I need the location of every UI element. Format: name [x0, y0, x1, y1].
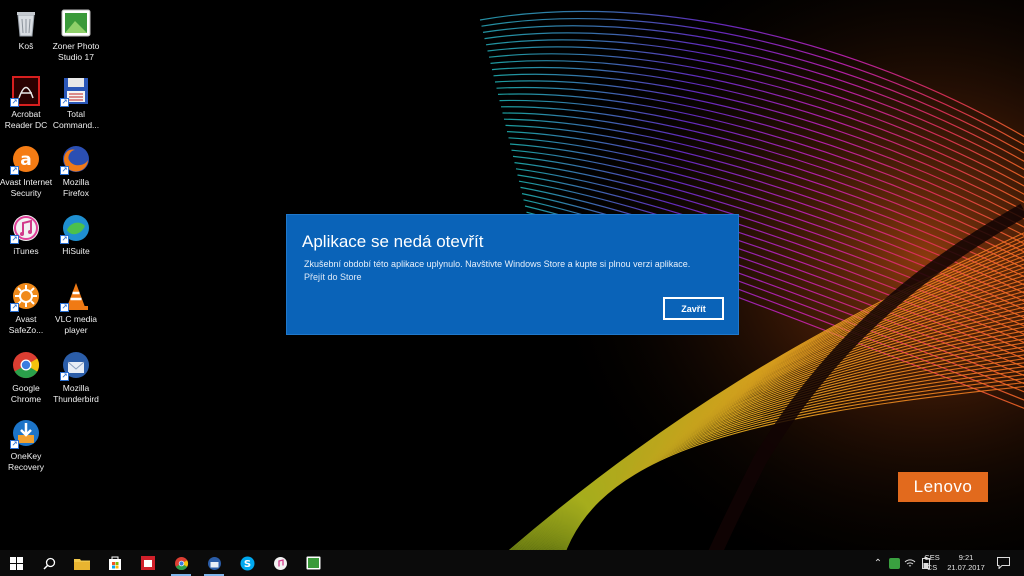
desktop-icon-label: iTunes [13, 246, 39, 256]
zoner-photo-studio-icon [61, 8, 91, 38]
acrobat-reader-icon: ↗ [10, 76, 41, 107]
desktop-icon-vlc-media-player[interactable]: ↗ VLC media player [50, 277, 102, 341]
store-icon [109, 556, 121, 570]
close-button[interactable]: Zavřít [663, 297, 724, 320]
clock-date: 21.07.2017 [947, 563, 985, 572]
desktop-icon-mozilla-thunderbird[interactable]: ↗ Mozilla Thunderbird [50, 346, 102, 410]
desktop-icon-label: Koš [18, 41, 34, 51]
svg-text:a: a [20, 150, 31, 170]
desktop-icon-acrobat-reader[interactable]: ↗ Acrobat Reader DC [0, 72, 52, 136]
desktop-icon-mozilla-firefox[interactable]: ↗ Mozilla Firefox [50, 140, 102, 204]
firefox-icon: ↗ [60, 144, 91, 175]
onekey-recovery-icon: ↗ [10, 418, 41, 449]
shortcut-arrow-icon: ↗ [10, 235, 19, 244]
avast-icon: a ↗ [10, 144, 41, 175]
dialog-title: Aplikace se nedá otevřít [302, 232, 484, 251]
desktop-icon-zoner-photo-studio[interactable]: Zoner Photo Studio 17 [50, 4, 102, 68]
windows-logo-icon [9, 556, 23, 570]
go-to-store-link[interactable]: Přejít do Store [304, 272, 362, 282]
shortcut-arrow-icon: ↗ [10, 166, 19, 175]
desktop-icon-label: Total Command... [52, 109, 100, 130]
desktop-icon-label: HiSuite [62, 246, 90, 256]
thunderbird-icon: ↗ [60, 350, 91, 381]
chrome-icon [174, 556, 188, 570]
shortcut-arrow-icon: ↗ [10, 98, 19, 107]
input-language[interactable]: CES CS [922, 553, 942, 573]
file-explorer-icon [74, 558, 90, 570]
desktop-icon-google-chrome[interactable]: Google Chrome [0, 346, 52, 410]
desktop-icon-label: Avast SafeZo... [8, 314, 44, 335]
error-dialog: Aplikace se nedá otevřít Zkušební období… [286, 214, 739, 335]
taskbar: S ⌃ CES CS 9:21 21.07.2017 [0, 550, 1024, 576]
svg-text:S: S [243, 559, 250, 570]
avast-safezone-icon: ↗ [10, 281, 41, 312]
shortcut-arrow-icon: ↗ [60, 98, 69, 107]
shortcut-arrow-icon: ↗ [60, 166, 69, 175]
clock-time: 9:21 [958, 553, 974, 562]
tray-app-icon[interactable] [888, 557, 900, 569]
app-icon [141, 556, 155, 570]
taskbar-store[interactable] [99, 550, 131, 576]
desktop-icon-label: Mozilla Firefox [62, 177, 90, 198]
recycle-bin-icon [11, 8, 41, 38]
taskbar-file-explorer[interactable] [66, 550, 98, 576]
start-button[interactable] [0, 550, 32, 576]
desktop-icon-onekey-recovery[interactable]: ↗ OneKey Recovery [0, 414, 52, 478]
wifi-icon[interactable] [904, 557, 916, 569]
taskbar-zoner[interactable] [297, 550, 329, 576]
desktop-icon-label: Avast Internet Security [0, 177, 53, 198]
desktop-icon-itunes[interactable]: ↗ iTunes [0, 209, 52, 273]
shortcut-arrow-icon: ↗ [60, 303, 69, 312]
search-button[interactable] [33, 550, 65, 576]
dialog-message: Zkušební období této aplikace uplynulo. … [304, 259, 691, 269]
desktop-icon-label: Zoner Photo Studio 17 [52, 41, 100, 62]
shortcut-arrow-icon: ↗ [10, 440, 19, 449]
desktop-icon-total-commander[interactable]: ↗ Total Command... [50, 72, 102, 136]
vlc-cone-icon: ↗ [60, 281, 91, 312]
taskbar-app[interactable] [132, 550, 164, 576]
taskbar-chrome[interactable] [165, 550, 197, 576]
shortcut-arrow-icon: ↗ [10, 303, 19, 312]
skype-icon: S [240, 556, 254, 570]
desktop-icon-label: OneKey Recovery [8, 451, 44, 472]
lenovo-logo: Lenovo [898, 472, 988, 502]
clock[interactable]: 9:21 21.07.2017 [944, 553, 988, 573]
language-code: CES [924, 553, 940, 562]
shortcut-arrow-icon: ↗ [60, 372, 69, 381]
chrome-icon [11, 350, 41, 380]
total-commander-icon: ↗ [60, 76, 91, 107]
itunes-icon: ↗ [10, 213, 41, 244]
hisuite-icon: ↗ [60, 213, 91, 244]
taskbar-thunderbird[interactable] [198, 550, 230, 576]
desktop-icon-label: Acrobat Reader DC [4, 109, 48, 130]
keyboard-layout: CS [926, 563, 938, 572]
desktop-icon-hisuite[interactable]: ↗ HiSuite [50, 209, 102, 273]
show-hidden-icons-chevron-icon[interactable]: ⌃ [872, 557, 884, 569]
desktop-icon-label: Google Chrome [10, 383, 42, 404]
shortcut-arrow-icon: ↗ [60, 235, 69, 244]
taskbar-itunes[interactable] [264, 550, 296, 576]
desktop-icon-recycle-bin[interactable]: Koš [0, 4, 52, 68]
itunes-icon [273, 556, 287, 570]
action-center-icon[interactable] [996, 556, 1010, 570]
zoner-icon [306, 556, 320, 570]
desktop-icon-label: VLC media player [54, 314, 98, 335]
thunderbird-icon [207, 556, 221, 570]
desktop-icon-avast-internet-security[interactable]: a ↗ Avast Internet Security [0, 140, 52, 204]
search-icon [42, 557, 55, 570]
desktop-icon-avast-safezone[interactable]: ↗ Avast SafeZo... [0, 277, 52, 341]
taskbar-skype[interactable]: S [231, 550, 263, 576]
desktop-icon-label: Mozilla Thunderbird [53, 383, 99, 404]
